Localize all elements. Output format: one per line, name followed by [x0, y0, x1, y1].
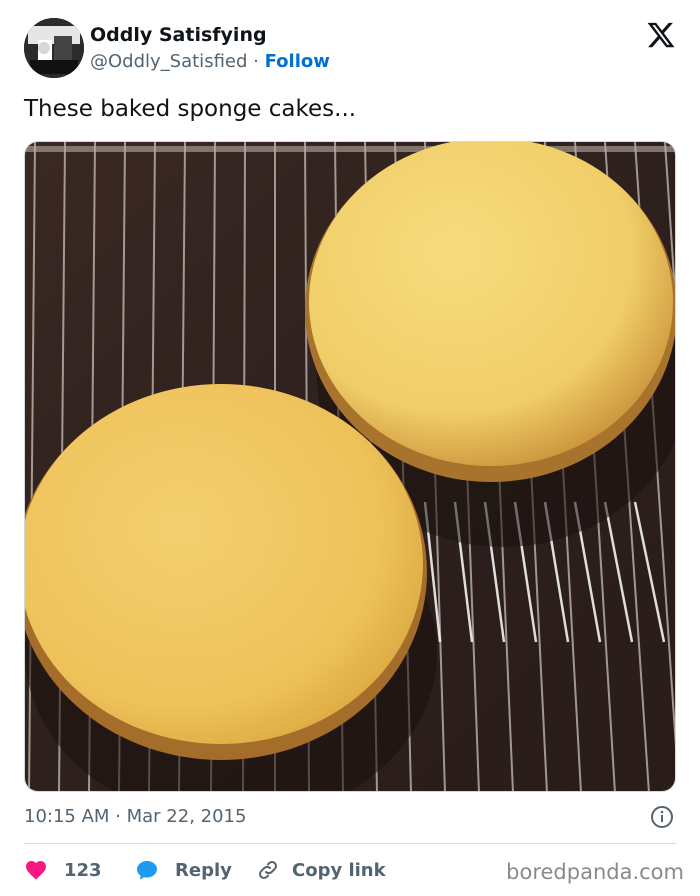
- tweet-text: These baked sponge cakes...: [24, 96, 357, 122]
- tweet-header: Oddly Satisfying @Oddly_Satisfied · Foll…: [24, 18, 676, 80]
- follow-button[interactable]: Follow: [265, 51, 330, 72]
- handle-line: @Oddly_Satisfied · Follow: [90, 51, 330, 72]
- avatar[interactable]: [24, 18, 84, 78]
- separator-dot: ·: [253, 51, 259, 72]
- speech-bubble-icon: [137, 861, 157, 880]
- cakes-photo: [25, 142, 675, 791]
- copy-link-label: Copy link: [292, 859, 386, 881]
- info-icon[interactable]: [650, 805, 674, 829]
- x-logo-icon[interactable]: [646, 20, 676, 50]
- account-handle[interactable]: @Oddly_Satisfied: [90, 51, 247, 72]
- account-name[interactable]: Oddly Satisfying: [90, 24, 267, 46]
- divider: [24, 843, 676, 844]
- like-count: 123: [64, 859, 102, 881]
- link-icon: [259, 861, 277, 879]
- tweet-timestamp[interactable]: 10:15 AM · Mar 22, 2015: [24, 806, 246, 827]
- watermark: boredpanda.com: [506, 860, 684, 884]
- copy-link-button[interactable]: Copy link: [256, 852, 386, 888]
- heart-icon: [26, 861, 46, 880]
- like-button[interactable]: 123: [24, 852, 102, 888]
- avatar-image: [24, 18, 84, 78]
- tweet-embed-card: Oddly Satisfying @Oddly_Satisfied · Foll…: [0, 0, 700, 896]
- reply-label: Reply: [175, 859, 232, 881]
- tweet-media[interactable]: [24, 141, 676, 792]
- reply-button[interactable]: Reply: [135, 852, 232, 888]
